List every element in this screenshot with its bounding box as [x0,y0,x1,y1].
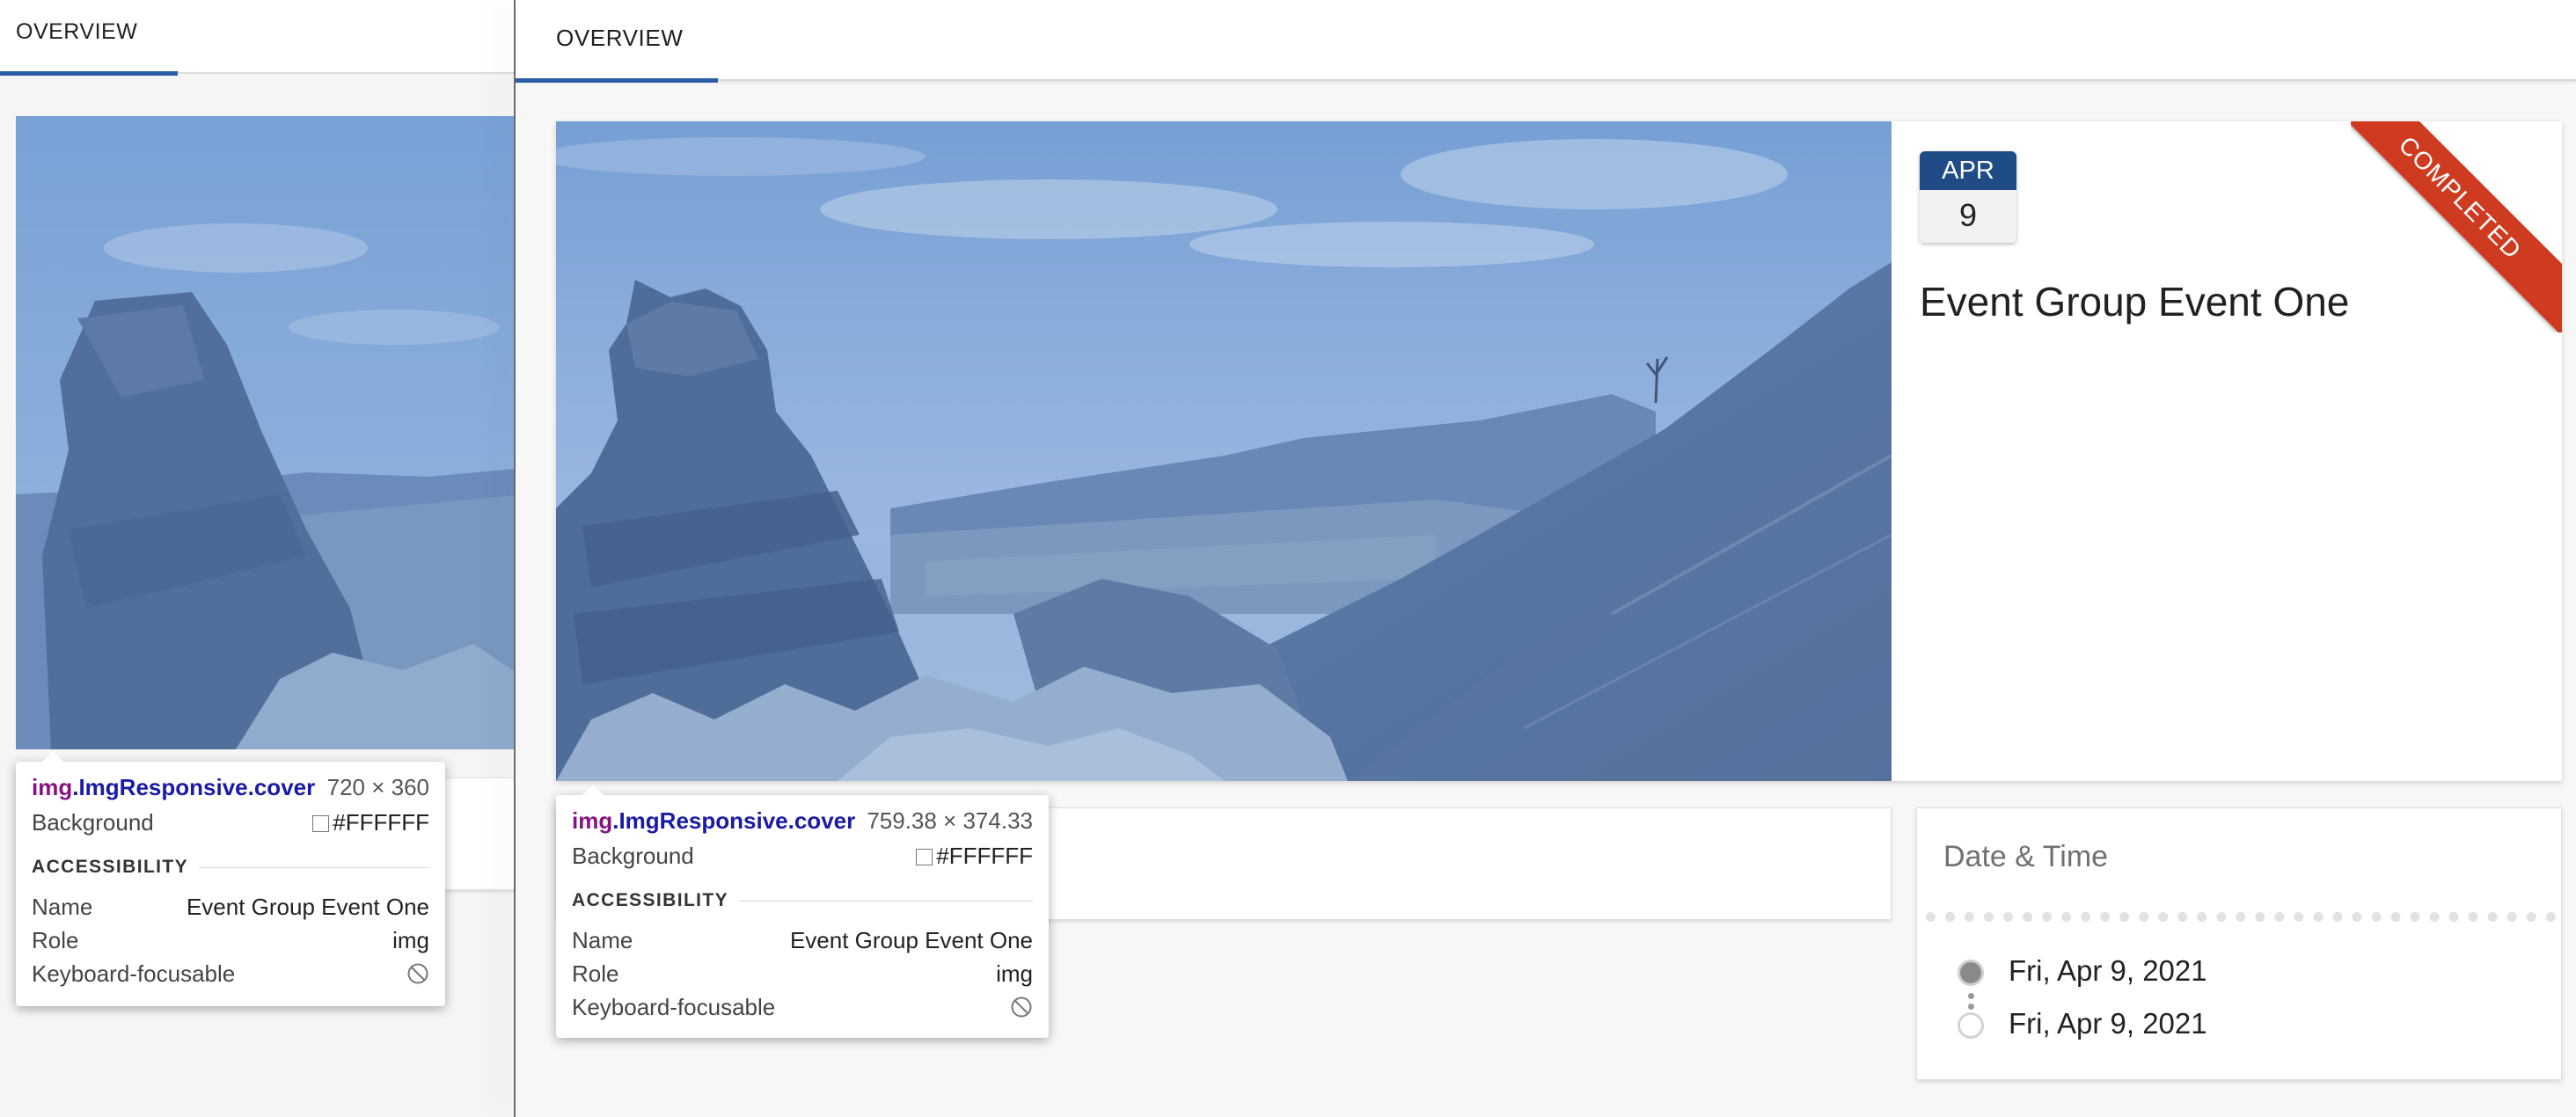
tooltip-element-size: 720 × 360 [326,774,429,800]
tooltip-role-label: Role [572,960,619,987]
event-header-card: APR 9 Event Group Event One COMPLETED [556,121,2562,781]
tooltip-role-row: Role img [572,960,1033,990]
landscape-image [556,121,1892,781]
end-marker-icon [1958,1012,1984,1039]
tooltip-element-tag: img [32,774,73,800]
not-allowed-icon [1011,997,1032,1018]
color-swatch-icon [916,849,933,865]
tooltip-element-class: .ImgResponsive.cover [72,774,316,800]
tooltip-header: img.ImgResponsive.cover 759.38 × 374.33 [572,807,1033,837]
start-date-text: Fri, Apr 9, 2021 [2009,954,2207,987]
tooltip-background-label: Background [572,843,694,869]
left-tab-overview[interactable]: OVERVIEW [0,0,178,76]
tab-active-indicator [516,78,718,83]
tooltip-accessibility-section: ACCESSIBILITY [572,890,1033,913]
tooltip-section-title: ACCESSIBILITY [572,890,740,911]
tooltip-background-row: Background #FFFFFF [572,843,1033,872]
status-ribbon-label: COMPLETED [2351,121,2562,332]
event-date-badge: APR 9 [1920,151,2016,243]
tooltip-role-value: img [392,927,429,953]
devtools-inspect-tooltip-left: img.ImgResponsive.cover 720 × 360 Backgr… [16,751,445,1006]
tooltip-name-value: Event Group Event One [186,894,429,920]
tooltip-focusable-row: Keyboard-focusable [572,994,1033,1024]
event-day: 9 [1958,197,1978,233]
devtools-inspect-tooltip-main: img.ImgResponsive.cover 759.38 × 374.33 … [556,785,1049,1038]
tooltip-background-row: Background #FFFFFF [32,809,429,839]
tooltip-element-tag: img [572,807,613,834]
end-date-text: Fri, Apr 9, 2021 [2009,1007,2207,1040]
tooltip-role-row: Role img [32,927,429,957]
tooltip-name-label: Name [572,927,633,953]
left-tab-active-indicator [0,71,178,76]
tooltip-background-label: Background [32,809,154,836]
tooltip-background-value: #FFFFFF [936,843,1033,869]
tab-overview-label: OVERVIEW [556,25,684,51]
tooltip-element-size: 759.38 × 374.33 [867,807,1033,834]
tooltip-focusable-label: Keyboard-focusable [32,960,236,987]
left-tab-overview-label: OVERVIEW [16,19,138,44]
timeline-connector-dot [1968,993,1974,999]
tooltip-header: img.ImgResponsive.cover 720 × 360 [32,774,429,804]
tooltip-name-row: Name Event Group Event One [32,894,429,924]
tooltip-role-value: img [996,960,1033,987]
timeline-connector-dot [1968,1004,1974,1010]
tooltip-focusable-row: Keyboard-focusable [32,960,429,990]
event-title: Event Group Event One [1920,279,2350,325]
event-month: APR [1920,151,2016,190]
tooltip-background-value: #FFFFFF [333,809,429,836]
date-time-heading: Date & Time [1943,840,2109,873]
status-ribbon: COMPLETED [2351,121,2562,332]
dotted-divider [1926,912,2556,922]
tooltip-role-label: Role [32,927,79,953]
tooltip-focusable-label: Keyboard-focusable [572,994,776,1020]
tooltip-accessibility-section: ACCESSIBILITY [32,857,429,880]
date-time-card: Date & Time Fri, Apr 9, 2021 Fri, Apr 9,… [1916,807,2562,1080]
tooltip-name-label: Name [32,894,93,920]
tab-overview[interactable]: OVERVIEW [516,0,718,83]
start-marker-icon [1958,960,1984,986]
tooltip-name-row: Name Event Group Event One [572,927,1033,957]
event-cover-image [556,121,1892,781]
tab-bar: OVERVIEW [516,0,2576,83]
tooltip-element-class: .ImgResponsive.cover [612,807,856,834]
tooltip-pointer [42,751,63,762]
not-allowed-icon [407,963,428,984]
tooltip-name-value: Event Group Event One [789,927,1033,953]
left-tab-bar: OVERVIEW [0,0,514,76]
color-swatch-icon [312,815,330,832]
left-landscape-image [16,116,514,749]
left-event-image [16,116,514,749]
tooltip-pointer [582,785,604,795]
tooltip-section-title: ACCESSIBILITY [32,857,200,878]
